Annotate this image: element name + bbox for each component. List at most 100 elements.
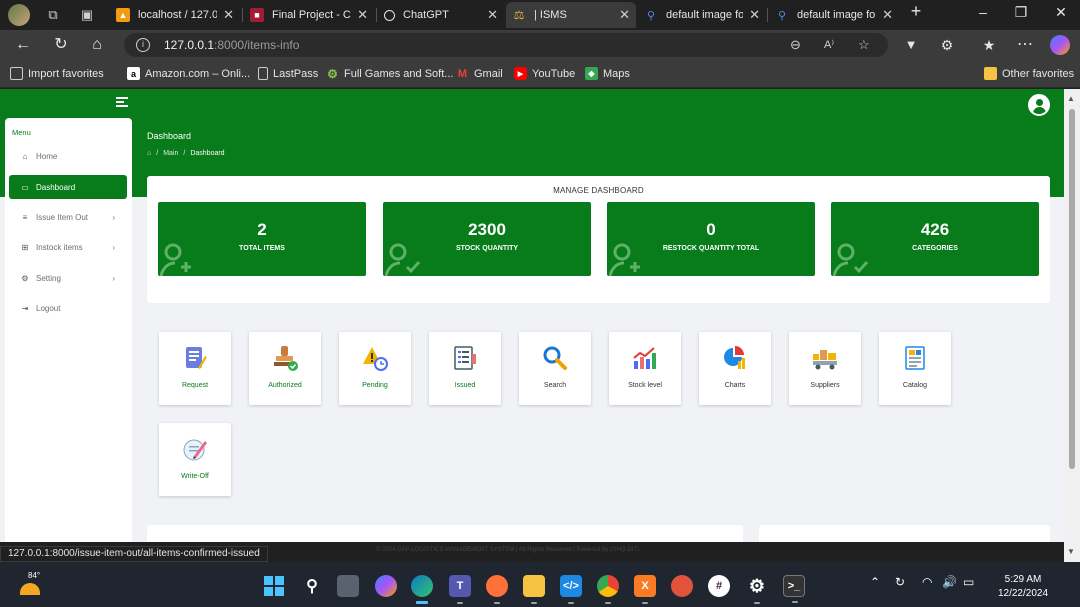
url-text[interactable]: 127.0.0.1:8000/items-info — [164, 38, 299, 52]
home-icon[interactable]: ⌂ — [147, 150, 151, 157]
tile-search[interactable]: Search — [519, 332, 591, 405]
close-icon[interactable]: ✕ — [619, 7, 630, 23]
extensions-icon[interactable]: ⚙ — [936, 36, 958, 54]
scroll-thumb[interactable] — [1069, 109, 1075, 469]
page-footer: © 2024 GAF-LOGISTICS MANAGEMENT SYSTEM |… — [376, 547, 640, 553]
tab-title: default image for — [797, 9, 877, 21]
breadcrumb-main[interactable]: Main — [163, 150, 178, 157]
settings-gear-icon[interactable]: ⚙ — [746, 575, 768, 604]
tile-issued[interactable]: Issued — [429, 332, 501, 405]
close-icon[interactable]: ✕ — [749, 7, 760, 23]
favorite-full-games[interactable]: ⚙ Full Games and Soft... — [326, 66, 453, 81]
vpn-shield-icon[interactable]: ▼ — [900, 36, 922, 54]
speaker-icon[interactable]: 🔊 — [942, 575, 957, 589]
copilot-icon[interactable] — [375, 575, 397, 597]
search-icon[interactable]: ⚲ — [301, 575, 323, 597]
zoom-icon[interactable]: ⊖ — [790, 37, 801, 53]
stat-value: 2 — [257, 220, 267, 239]
copilot-icon[interactable] — [1050, 35, 1070, 55]
request-form-icon — [186, 347, 207, 369]
battery-icon[interactable]: ▭ — [963, 575, 974, 589]
site-info-icon[interactable]: i — [136, 38, 150, 52]
system-clock[interactable]: 5:29 AM 12/22/2024 — [990, 573, 1056, 601]
browser-tab-3[interactable]: ChatGPT ✕ — [378, 2, 504, 28]
sidebar-item-instock-items[interactable]: ⊞ Instock items › — [9, 235, 127, 259]
close-window-button[interactable]: ✕ — [1048, 4, 1074, 21]
task-view-icon[interactable] — [337, 575, 359, 597]
scroll-down-icon[interactable]: ▼ — [1067, 547, 1075, 556]
firefox-icon[interactable] — [486, 575, 508, 604]
favorite-lastpass[interactable]: LastPass — [258, 67, 318, 80]
teams-icon[interactable]: T — [449, 575, 471, 604]
tile-stock-level[interactable]: Stock level — [609, 332, 681, 405]
browser-tab-5[interactable]: ⚲ default image for ✕ — [638, 2, 766, 28]
tile-catalog[interactable]: Catalog — [879, 332, 951, 405]
favorite-gmail[interactable]: M Gmail — [456, 67, 503, 80]
stat-card-total-items[interactable]: 2 TOTAL ITEMS — [158, 202, 366, 276]
stat-card-categories[interactable]: 426 CATEGORIES — [831, 202, 1039, 276]
sidebar-item-logout[interactable]: ⇥ Logout — [9, 296, 127, 320]
git-icon[interactable] — [671, 575, 693, 597]
chevron-up-icon[interactable]: ⌃ — [870, 575, 880, 589]
tile-request[interactable]: Request — [159, 332, 231, 405]
sidebar-item-setting[interactable]: ⚙ Setting › — [9, 266, 127, 290]
folder-icon — [984, 67, 997, 80]
favorite-amazon[interactable]: a Amazon.com – Onli... — [127, 67, 250, 80]
tile-write-off[interactable]: Write-Off — [159, 423, 231, 496]
user-avatar-icon[interactable] — [1028, 94, 1050, 116]
browser-tab-6[interactable]: ⚲ default image for ✕ — [769, 2, 899, 28]
chrome-icon[interactable] — [597, 575, 619, 604]
tile-pending[interactable]: Pending — [339, 332, 411, 405]
home-icon[interactable]: ⌂ — [86, 36, 108, 54]
minimize-button[interactable]: – — [970, 4, 996, 20]
hamburger-menu-icon[interactable] — [116, 97, 128, 109]
xampp-icon[interactable]: X — [634, 575, 656, 604]
favorite-other[interactable]: Other favorites — [984, 67, 1074, 80]
weather-widget[interactable]: 84° — [18, 571, 58, 599]
tile-authorized[interactable]: Authorized — [249, 332, 321, 405]
new-tab-button[interactable]: + — [903, 1, 929, 22]
profile-avatar[interactable] — [8, 4, 30, 26]
sidebar-item-dashboard[interactable]: ▭ Dashboard — [9, 175, 127, 199]
stat-label: CATEGORIES — [912, 245, 958, 252]
back-arrow-icon[interactable]: ← — [12, 36, 34, 54]
close-icon[interactable]: ✕ — [487, 7, 498, 23]
close-icon[interactable]: ✕ — [223, 7, 234, 23]
logout-icon: ⇥ — [21, 303, 29, 313]
read-aloud-icon[interactable]: A⁾ — [824, 38, 834, 51]
slack-icon[interactable]: # — [708, 575, 730, 597]
close-icon[interactable]: ✕ — [357, 7, 368, 23]
favorite-import[interactable]: Import favorites — [10, 67, 104, 80]
page-scrollbar[interactable]: ▲ ▼ — [1064, 89, 1080, 562]
sidebar-item-home[interactable]: ⌂ Home — [9, 144, 127, 168]
restore-button[interactable]: ❐ — [1008, 4, 1034, 21]
favorite-youtube[interactable]: ▶ YouTube — [514, 67, 575, 80]
wifi-icon[interactable]: ◠ — [922, 575, 932, 589]
favorite-maps[interactable]: ◆ Maps — [585, 67, 630, 80]
tab-actions-icon[interactable]: ▣ — [78, 6, 96, 24]
file-explorer-icon[interactable] — [523, 575, 545, 604]
more-menu-icon[interactable]: ⋯ — [1014, 36, 1036, 54]
tile-suppliers[interactable]: Suppliers — [789, 332, 861, 405]
gear-icon: ⚙ — [327, 66, 338, 81]
browser-tab-1[interactable]: ▲ localhost / 127.0.0 ✕ — [110, 2, 240, 28]
vscode-icon[interactable]: </> — [560, 575, 582, 604]
close-icon[interactable]: ✕ — [882, 7, 893, 23]
terminal-icon[interactable]: >_ — [783, 575, 805, 603]
edge-browser-icon[interactable] — [411, 575, 433, 604]
address-bar[interactable]: i 127.0.0.1:8000/items-info ⊖ A⁾ ☆ — [124, 33, 888, 57]
favorite-star-icon[interactable]: ☆ — [858, 37, 870, 53]
stat-card-stock-quantity[interactable]: 2300 STOCK QUANTITY — [383, 202, 591, 276]
browser-tab-2[interactable]: ■ Final Project - CSS ✕ — [244, 2, 374, 28]
refresh-icon[interactable]: ↻ — [50, 36, 72, 54]
sidebar-item-issue-item-out[interactable]: ≡ Issue Item Out › — [9, 205, 127, 229]
favorites-icon[interactable]: ★ — [978, 36, 1000, 54]
tile-charts[interactable]: Charts — [699, 332, 771, 405]
workspaces-icon[interactable]: ⧉ — [44, 6, 62, 24]
tile-label: Authorized — [268, 382, 302, 389]
sync-icon[interactable]: ↻ — [895, 575, 905, 589]
scroll-up-icon[interactable]: ▲ — [1067, 94, 1075, 103]
start-menu-icon[interactable] — [263, 575, 285, 597]
browser-tab-4[interactable]: ⚖ | ISMS ✕ — [506, 2, 636, 28]
stat-card-restock-quantity[interactable]: 0 RESTOCK QUANTITY TOTAL — [607, 202, 815, 276]
